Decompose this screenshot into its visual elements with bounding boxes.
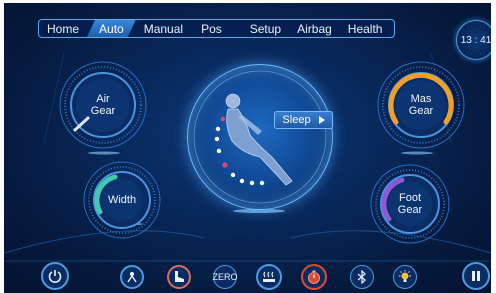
tab-setup[interactable]: Setup: [236, 20, 289, 37]
bluetooth-button[interactable]: [350, 265, 374, 289]
tab-airbag[interactable]: Airbag: [289, 20, 340, 37]
width-dial[interactable]: Width: [82, 160, 162, 240]
tab-manual[interactable]: Manual: [136, 20, 191, 37]
power-icon: [48, 270, 62, 283]
width-label: Width: [107, 194, 137, 206]
zero-gravity-button[interactable]: ZERO: [212, 265, 238, 289]
tab-auto[interactable]: Auto: [87, 20, 136, 37]
sleep-program-button[interactable]: Sleep: [274, 111, 333, 129]
timer-icon: [308, 270, 320, 284]
foot-roller-button[interactable]: [167, 265, 191, 289]
play-triangle-icon: [318, 116, 325, 124]
timer-button[interactable]: [301, 264, 327, 290]
chair-status-bubble: [187, 64, 333, 210]
foot-gear-dial[interactable]: Foot Gear: [369, 163, 451, 245]
top-navigation-bar: Home Auto Manual Pos Setup Airbag Health: [38, 19, 395, 38]
bluetooth-icon: [357, 270, 366, 284]
mas-gear-dial[interactable]: Mas Gear: [376, 60, 466, 150]
body-scan-icon: [127, 272, 137, 283]
tab-home[interactable]: Home: [39, 20, 87, 37]
air-gear-dial[interactable]: Air Gear: [58, 60, 148, 150]
massage-chair-figure-icon: [193, 70, 327, 204]
pause-button[interactable]: [462, 262, 490, 290]
heat-button[interactable]: [256, 264, 282, 290]
foot-gear-label: Foot Gear: [397, 192, 423, 216]
body-scan-button[interactable]: [120, 265, 144, 289]
foot-roller-icon: [175, 271, 184, 282]
mas-gear-label: Mas Gear: [408, 93, 434, 117]
sleep-program-label: Sleep: [282, 114, 311, 126]
light-button[interactable]: [393, 265, 417, 289]
light-bulb-icon: [399, 270, 411, 282]
air-gear-label: Air Gear: [90, 93, 116, 117]
heat-icon: [263, 271, 275, 282]
massage-chair-screen: Home Auto Manual Pos Setup Airbag Health…: [4, 3, 491, 293]
zero-gravity-label: ZERO: [212, 272, 238, 282]
tab-health[interactable]: Health: [340, 20, 391, 37]
power-button[interactable]: [41, 262, 69, 290]
pause-icon: [472, 271, 480, 281]
clock-display: 13 : 41: [456, 20, 491, 60]
tab-pos[interactable]: Pos: [191, 20, 236, 37]
